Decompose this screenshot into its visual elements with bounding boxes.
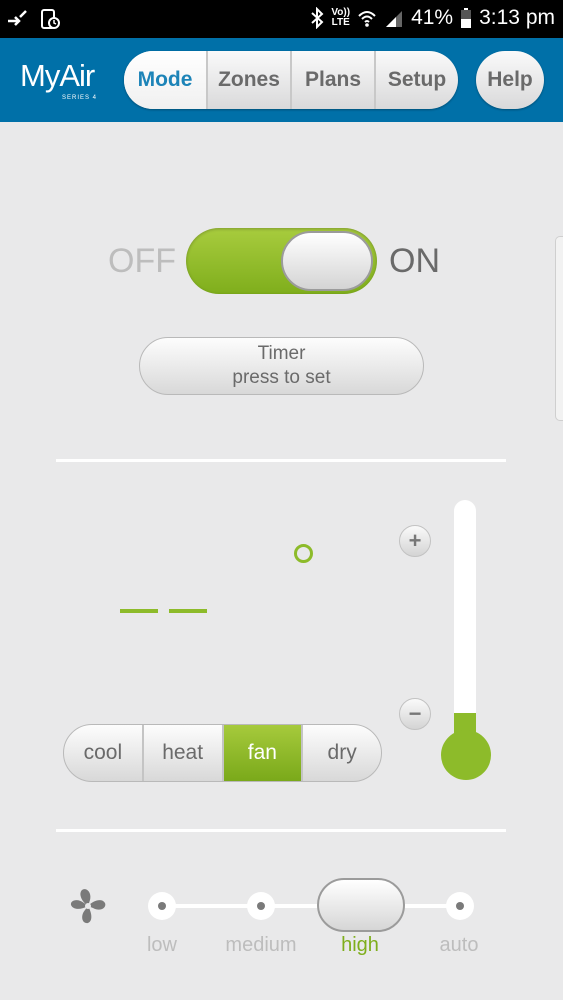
section-divider (56, 829, 506, 832)
temperature-increase-button[interactable]: + (399, 525, 431, 557)
section-divider (56, 459, 506, 462)
mode-fan-button[interactable]: fan (223, 725, 304, 781)
fan-speed-knob[interactable] (317, 878, 405, 932)
call-forward-icon (8, 10, 27, 26)
help-button[interactable]: Help (476, 51, 544, 109)
temperature-digit-placeholder (169, 609, 207, 613)
mode-heat-button[interactable]: heat (144, 725, 224, 781)
app-header: MyAir SERIES 4 Mode Zones Plans Setup He… (0, 38, 563, 122)
fan-speed-low-label[interactable]: low (112, 934, 212, 957)
mode-cool-button[interactable]: cool (64, 725, 144, 781)
fan-speed-medium-stop[interactable] (247, 892, 275, 920)
power-toggle-knob[interactable] (281, 231, 373, 291)
power-on-label[interactable]: ON (389, 242, 440, 281)
fan-speed-high-label[interactable]: high (310, 934, 410, 957)
fan-icon (70, 889, 106, 924)
tab-setup[interactable]: Setup (376, 51, 458, 109)
logo-text: MyAir (20, 58, 95, 93)
power-off-label[interactable]: OFF (108, 242, 176, 281)
mode-selector: cool heat fan dry (63, 724, 382, 782)
temperature-decrease-button[interactable]: − (399, 698, 431, 730)
fan-speed-track (160, 904, 460, 908)
status-bar: Vo)) LTE 41% 3:13 pm (0, 0, 563, 38)
logo-subtitle: SERIES 4 (62, 95, 98, 101)
tab-zones[interactable]: Zones (208, 51, 292, 109)
battery-percent: 41% (411, 6, 454, 29)
myair-logo: MyAir SERIES 4 (20, 58, 96, 101)
scrollbar[interactable] (555, 236, 563, 421)
clock: 3:13 pm (479, 6, 555, 29)
fan-speed-medium-label[interactable]: medium (211, 934, 311, 957)
tab-mode[interactable]: Mode (124, 51, 208, 109)
degree-icon (294, 544, 313, 563)
timer-subtitle: press to set (232, 367, 331, 388)
lte-indicator: Vo)) LTE (331, 7, 351, 28)
timer-title: Timer (257, 343, 306, 364)
tab-plans[interactable]: Plans (292, 51, 376, 109)
fan-speed-auto-stop[interactable] (446, 892, 474, 920)
timer-button[interactable]: Timer press to set (139, 337, 424, 395)
screen-clock-icon (41, 9, 60, 29)
wifi-icon (358, 11, 376, 27)
bluetooth-icon (311, 7, 324, 29)
temperature-digit-placeholder (120, 609, 158, 613)
temperature-slider-knob[interactable] (441, 730, 491, 780)
fan-speed-auto-label[interactable]: auto (409, 934, 509, 957)
fan-speed-low-stop[interactable] (148, 892, 176, 920)
battery-icon (461, 8, 472, 28)
mode-dry-button[interactable]: dry (303, 725, 381, 781)
main-tabs: Mode Zones Plans Setup (124, 51, 458, 109)
power-toggle[interactable] (186, 228, 377, 294)
signal-icon (386, 11, 403, 27)
